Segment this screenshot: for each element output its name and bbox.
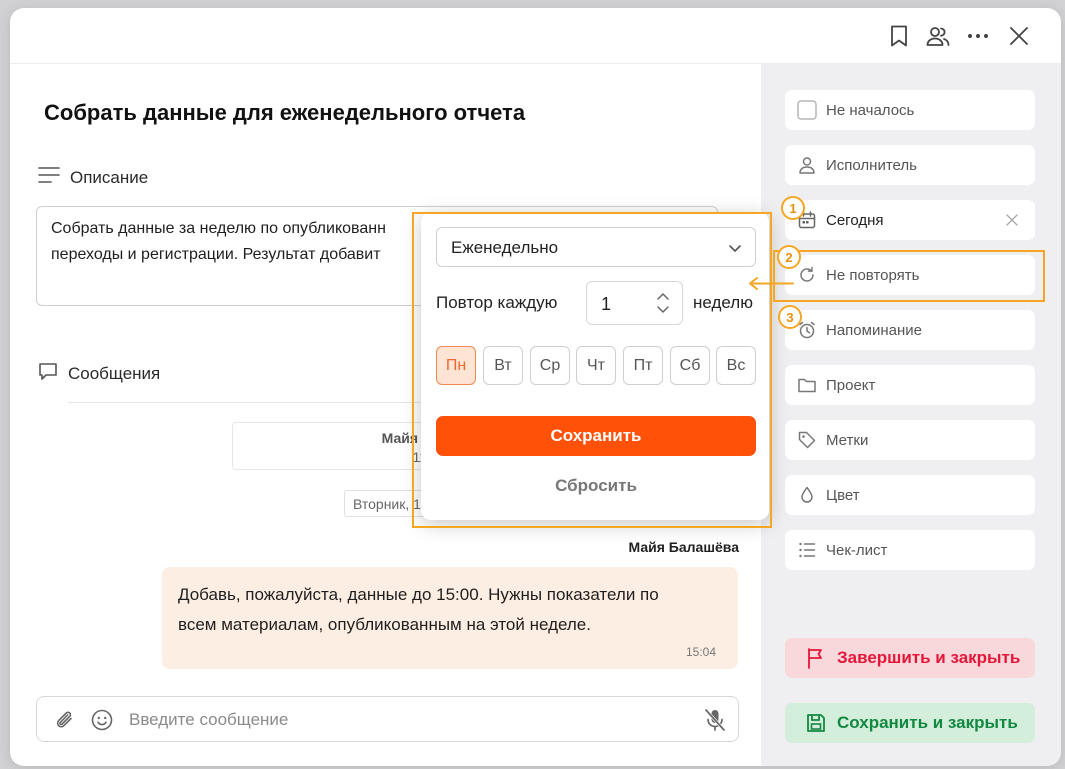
day-toggle-thu[interactable]: Чт — [576, 346, 616, 385]
chevron-down-icon[interactable] — [656, 305, 670, 315]
checklist-field[interactable]: Чек-лист — [785, 530, 1035, 570]
message-text: всем материалам, опубликованным на этой … — [178, 615, 591, 634]
day-toggle-fri[interactable]: Пт — [623, 346, 663, 385]
task-sidebar: Не началось Исполнитель Сегодня Не повто… — [761, 64, 1061, 766]
message-time: 15:04 — [685, 645, 716, 659]
flag-icon — [805, 647, 827, 669]
close-icon[interactable] — [1007, 24, 1031, 48]
save-icon — [805, 712, 827, 734]
message-text: Добавь, пожалуйста, данные до 15:00. Нуж… — [178, 585, 659, 604]
save-and-close-label: Сохранить и закрыть — [837, 713, 1018, 732]
checklist-icon — [797, 540, 817, 560]
frequency-value: Еженедельно — [451, 238, 559, 257]
folder-icon — [797, 375, 817, 395]
day-toggle-sat[interactable]: Сб — [670, 346, 710, 385]
repeat-icon — [797, 265, 817, 285]
finish-and-close-label: Завершить и закрыть — [837, 648, 1021, 667]
project-field[interactable]: Проект — [785, 365, 1035, 405]
task-title[interactable]: Собрать данные для еженедельного отчета — [44, 100, 525, 126]
bookmark-icon[interactable] — [887, 24, 911, 48]
color-label: Цвет — [826, 486, 860, 504]
droplet-icon — [797, 485, 817, 505]
description-heading: Описание — [38, 166, 148, 189]
status-field[interactable]: Не началось — [785, 90, 1035, 130]
project-label: Проект — [826, 376, 876, 394]
annotation-badge-1: 1 — [781, 196, 805, 220]
interval-stepper[interactable]: 1 — [586, 281, 683, 325]
annotation-badge-3: 3 — [778, 305, 802, 329]
more-icon[interactable] — [966, 24, 990, 48]
message-bubble: Добавь, пожалуйста, данные до 15:00. Нуж… — [162, 567, 738, 669]
reminder-field[interactable]: Напоминание — [785, 310, 1035, 350]
repeat-label: Не повторять — [826, 266, 920, 284]
tag-icon — [797, 430, 817, 450]
messages-heading-label: Сообщения — [68, 363, 161, 383]
color-field[interactable]: Цвет — [785, 475, 1035, 515]
repeat-field[interactable]: Не повторять — [785, 255, 1035, 295]
interval-value[interactable]: 1 — [601, 294, 611, 315]
tags-field[interactable]: Метки — [785, 420, 1035, 460]
chevron-up-icon[interactable] — [656, 291, 670, 301]
day-toggle-sun[interactable]: Вс — [716, 346, 756, 385]
day-toggle-wed[interactable]: Ср — [530, 346, 570, 385]
tags-label: Метки — [826, 431, 869, 449]
window-toolbar — [10, 8, 1061, 64]
assignee-label: Исполнитель — [826, 156, 917, 174]
due-date-field[interactable]: Сегодня — [785, 200, 1035, 240]
assignee-field[interactable]: Исполнитель — [785, 145, 1035, 185]
lines-icon — [38, 166, 60, 189]
repeat-every-label: Повтор каждую — [436, 293, 558, 312]
chevron-down-icon — [727, 240, 743, 256]
clear-date-icon[interactable] — [1003, 211, 1021, 229]
chat-bubble-icon — [38, 361, 58, 386]
message-author: Майя Балашёва — [628, 539, 739, 555]
day-toggle-mon[interactable]: Пн — [436, 346, 476, 385]
frequency-select[interactable]: Еженедельно — [436, 227, 756, 267]
save-repeat-button[interactable]: Сохранить — [436, 416, 756, 456]
reminder-label: Напоминание — [826, 321, 922, 339]
checklist-label: Чек-лист — [826, 541, 888, 559]
attach-icon[interactable] — [53, 708, 77, 732]
messages-heading: Сообщения — [38, 361, 160, 386]
due-date-label: Сегодня — [826, 211, 884, 229]
message-composer — [36, 696, 739, 742]
repeat-popup: Еженедельно Повтор каждую 1 неделю Пн Вт… — [421, 212, 769, 520]
reset-repeat-button[interactable]: Сбросить — [436, 470, 756, 502]
day-toggle-tue[interactable]: Вт — [483, 346, 523, 385]
annotation-arrow — [749, 277, 794, 290]
mic-off-icon[interactable] — [703, 708, 727, 732]
checkbox-icon — [797, 100, 817, 120]
emoji-icon[interactable] — [90, 708, 114, 732]
annotation-badge-2: 2 — [777, 245, 801, 269]
status-label: Не началось — [826, 101, 915, 119]
interval-unit-label: неделю — [693, 293, 753, 312]
finish-and-close-button[interactable]: Завершить и закрыть — [785, 638, 1035, 678]
save-and-close-button[interactable]: Сохранить и закрыть — [785, 703, 1035, 743]
description-heading-label: Описание — [70, 167, 149, 187]
person-icon — [797, 155, 817, 175]
message-input[interactable] — [129, 707, 689, 733]
users-icon[interactable] — [926, 24, 950, 48]
